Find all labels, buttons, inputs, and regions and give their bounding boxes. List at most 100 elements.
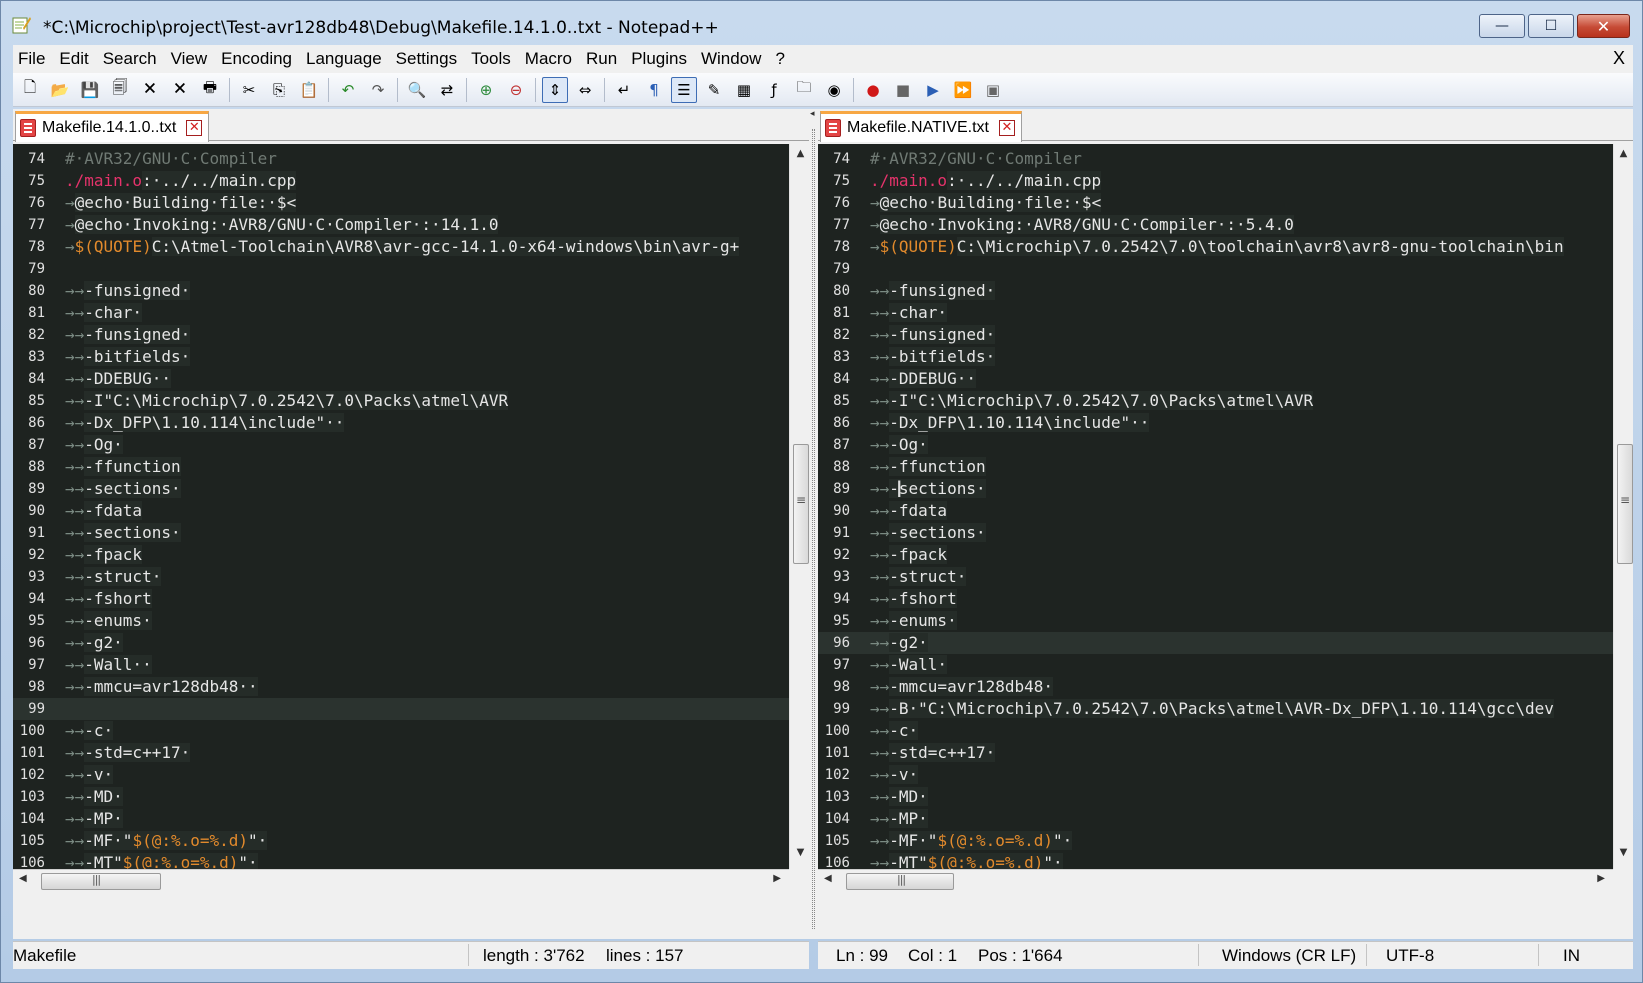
code-line[interactable]: 93 →→-struct· <box>13 566 789 588</box>
code-line[interactable]: 78 →$(QUOTE)C:\Microchip\7.0.2542\7.0\too… <box>818 236 1613 258</box>
menu-run[interactable]: Run <box>579 49 624 69</box>
find-icon[interactable]: 🔍 <box>404 77 430 103</box>
code-line[interactable]: 102 →→-v· <box>13 764 789 786</box>
code-line[interactable]: 99 →→-B·"C:\Microchip\7.0.2542\7.0\Packs\… <box>818 698 1613 720</box>
code-line[interactable]: 100 →→-c· <box>13 720 789 742</box>
scroll-right-icon[interactable]: ▶ <box>1597 873 1605 884</box>
code-line[interactable]: 81 →→-char· <box>13 302 789 324</box>
code-line[interactable]: 103 →→-MD· <box>818 786 1613 808</box>
udl-icon[interactable]: ✎ <box>701 77 727 103</box>
scroll-up-icon[interactable]: ▲ <box>790 148 811 168</box>
copy-icon[interactable]: ⎘ <box>266 77 292 103</box>
menu-search[interactable]: Search <box>96 49 164 69</box>
left-horizontal-scrollbar[interactable]: ◀ ▶ <box>13 869 789 893</box>
folder-workspace-icon[interactable]: 🗀 <box>791 77 817 103</box>
code-line[interactable]: 94 →→-fshort <box>818 588 1613 610</box>
show-all-chars-icon[interactable]: ¶ <box>641 77 667 103</box>
undo-icon[interactable]: ↶ <box>335 77 361 103</box>
code-line[interactable]: 79 <box>13 258 789 280</box>
code-line[interactable]: 74 #·AVR32/GNU·C·Compiler <box>13 148 789 170</box>
code-line[interactable]: 74 #·AVR32/GNU·C·Compiler <box>818 148 1613 170</box>
code-line[interactable]: 98 →→-mmcu=avr128db48·· <box>13 676 789 698</box>
code-line[interactable]: 83 →→-bitfields· <box>818 346 1613 368</box>
scroll-thumb[interactable] <box>846 873 954 890</box>
code-line[interactable]: 76 →@echo·Building·file:·$< <box>13 192 789 214</box>
code-line[interactable]: 95 →→-enums· <box>818 610 1613 632</box>
code-line[interactable]: 92 →→-fpack <box>13 544 789 566</box>
code-line[interactable]: 88 →→-ffunction <box>818 456 1613 478</box>
code-line[interactable]: 82 →→-funsigned· <box>13 324 789 346</box>
code-line[interactable]: 100 →→-c· <box>818 720 1613 742</box>
code-line[interactable]: 88 →→-ffunction <box>13 456 789 478</box>
left-editor[interactable]: 74 #·AVR32/GNU·C·Compiler 75 ./main.o:·../.… <box>13 144 789 869</box>
redo-icon[interactable]: ↷ <box>365 77 391 103</box>
monitoring-icon[interactable]: ◉ <box>821 77 847 103</box>
menu-plugins[interactable]: Plugins <box>624 49 694 69</box>
zoom-in-icon[interactable]: ⊕ <box>473 77 499 103</box>
close-all-icon[interactable]: 🗙 <box>167 77 193 103</box>
code-line[interactable]: 75 ./main.o:·../../main.cpp <box>818 170 1613 192</box>
code-line[interactable]: 84 →→-DDEBUG·· <box>818 368 1613 390</box>
scroll-down-icon[interactable]: ▼ <box>1614 847 1633 867</box>
code-line[interactable]: 86 →→-Dx_DFP\1.10.114\include"·· <box>13 412 789 434</box>
menu-tools[interactable]: Tools <box>464 49 518 69</box>
code-line[interactable]: 87 →→-Og· <box>13 434 789 456</box>
word-wrap-icon[interactable]: ↵ <box>611 77 637 103</box>
tab-close-icon[interactable]: ✕ <box>186 120 203 136</box>
code-line[interactable]: 77 →@echo·Invoking:·AVR8/GNU·C·Compiler·:… <box>818 214 1613 236</box>
tab-makefile-14[interactable]: Makefile.14.1.0..txt ✕ <box>15 111 210 142</box>
code-line[interactable]: 96 →→-g2· <box>13 632 789 654</box>
close-document-button[interactable]: X <box>1613 48 1625 69</box>
scroll-left-icon[interactable]: ◀ <box>824 873 832 884</box>
scroll-thumb[interactable] <box>793 444 809 564</box>
code-line[interactable]: 81 →→-char· <box>818 302 1613 324</box>
code-line[interactable]: 89 →→-sections· <box>13 478 789 500</box>
menu-file[interactable]: File <box>13 49 52 69</box>
code-line[interactable]: 106 →→-MT"$(@:%.o=%.d)"· <box>818 852 1613 869</box>
code-line[interactable]: 78 →$(QUOTE)C:\Atmel-Toolchain\AVR8\avr-g… <box>13 236 789 258</box>
code-line[interactable]: 85 →→-I"C:\Microchip\7.0.2542\7.0\Packs\a… <box>13 390 789 412</box>
menu-view[interactable]: View <box>164 49 215 69</box>
menu-window[interactable]: Window <box>694 49 768 69</box>
scroll-right-icon[interactable]: ▶ <box>773 873 781 884</box>
code-line[interactable]: 80 →→-funsigned· <box>818 280 1613 302</box>
code-line[interactable]: 90 →→-fdata <box>818 500 1613 522</box>
save-icon[interactable]: 💾 <box>77 77 103 103</box>
code-line[interactable]: 101 →→-std=c++17· <box>13 742 789 764</box>
paste-icon[interactable]: 📋 <box>296 77 322 103</box>
record-macro-icon[interactable]: ● <box>860 77 886 103</box>
code-line[interactable]: 79 <box>818 258 1613 280</box>
tab-makefile-native[interactable]: Makefile.NATIVE.txt ✕ <box>820 111 1022 142</box>
menu-macro[interactable]: Macro <box>518 49 579 69</box>
code-line[interactable]: 84 →→-DDEBUG·· <box>13 368 789 390</box>
doc-map-icon[interactable]: ▦ <box>731 77 757 103</box>
run-macro-multiple-icon[interactable]: ⏩ <box>950 77 976 103</box>
menu-settings[interactable]: Settings <box>389 49 464 69</box>
right-vertical-scrollbar[interactable]: ▲ ▼ <box>1613 144 1633 869</box>
code-line[interactable]: 106 →→-MT"$(@:%.o=%.d)"· <box>13 852 789 869</box>
code-line[interactable]: 75 ./main.o:·../../main.cpp <box>13 170 789 192</box>
code-line[interactable]: 86 →→-Dx_DFP\1.10.114\include"·· <box>818 412 1613 434</box>
code-line[interactable]: 99 <box>13 698 789 720</box>
close-window-button[interactable]: ✕ <box>1577 14 1630 38</box>
code-line[interactable]: 105 →→-MF·"$(@:%.o=%.d)"· <box>13 830 789 852</box>
cut-icon[interactable]: ✂ <box>236 77 262 103</box>
menu-encoding[interactable]: Encoding <box>214 49 299 69</box>
zoom-out-icon[interactable]: ⊖ <box>503 77 529 103</box>
code-line[interactable]: 104 →→-MP· <box>818 808 1613 830</box>
code-line[interactable]: 91 →→-sections· <box>818 522 1613 544</box>
menu-help[interactable]: ? <box>768 49 791 69</box>
code-line[interactable]: 97 →→-Wall· <box>818 654 1613 676</box>
code-line[interactable]: 93 →→-struct· <box>818 566 1613 588</box>
code-line[interactable]: 91 →→-sections· <box>13 522 789 544</box>
maximize-button[interactable]: ☐ <box>1528 14 1574 38</box>
code-line[interactable]: 95 →→-enums· <box>13 610 789 632</box>
code-line[interactable]: 103 →→-MD· <box>13 786 789 808</box>
code-line[interactable]: 76 →@echo·Building·file:·$< <box>818 192 1613 214</box>
play-macro-icon[interactable]: ▶ <box>920 77 946 103</box>
code-line[interactable]: 85 →→-I"C:\Microchip\7.0.2542\7.0\Packs\a… <box>818 390 1613 412</box>
code-line[interactable]: 102 →→-v· <box>818 764 1613 786</box>
status-insert-mode[interactable]: IN <box>1563 946 1580 966</box>
sync-vertical-icon[interactable]: ⇕ <box>542 76 568 103</box>
new-file-icon[interactable]: 🗋 <box>17 77 43 103</box>
